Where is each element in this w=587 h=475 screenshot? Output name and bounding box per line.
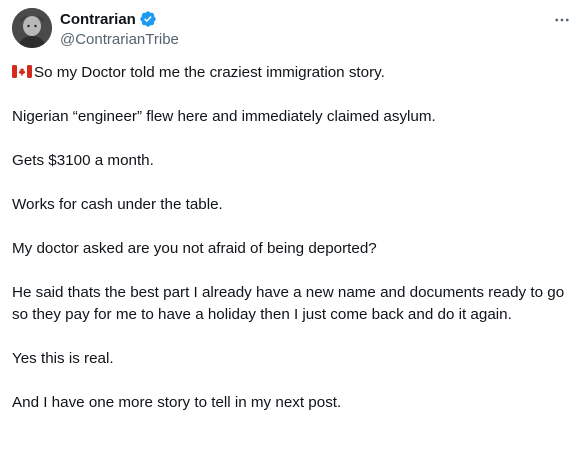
avatar[interactable]	[12, 8, 52, 48]
tweet-line: So my Doctor told me the craziest immigr…	[12, 62, 577, 84]
tweet-line: Gets $3100 a month.	[12, 152, 154, 169]
tweet-card: Contrarian @ContrarianTribe So my Doctor…	[0, 0, 587, 475]
tweet-line-text: So my Doctor told me the craziest immigr…	[34, 64, 385, 81]
more-options-icon[interactable]	[552, 10, 572, 30]
tweet-line: He said thats the best part I already ha…	[12, 284, 565, 323]
tweet-line: Works for cash under the table.	[12, 196, 223, 213]
display-name[interactable]: Contrarian	[60, 11, 136, 28]
name-row: Contrarian	[60, 9, 179, 29]
tweet-header: Contrarian @ContrarianTribe	[60, 9, 179, 50]
tweet-line: Nigerian “engineer” flew here and immedi…	[12, 108, 436, 125]
canada-flag-icon	[12, 63, 32, 78]
tweet-line: Yes this is real.	[12, 350, 114, 367]
tweet-text: So my Doctor told me the craziest immigr…	[12, 62, 577, 436]
verified-badge-icon[interactable]	[139, 10, 157, 28]
avatar-image	[12, 8, 52, 48]
tweet-line: And I have one more story to tell in my …	[12, 394, 342, 411]
tweet-line: My doctor asked are you not afraid of be…	[12, 240, 377, 257]
user-handle[interactable]: @ContrarianTribe	[60, 30, 179, 50]
